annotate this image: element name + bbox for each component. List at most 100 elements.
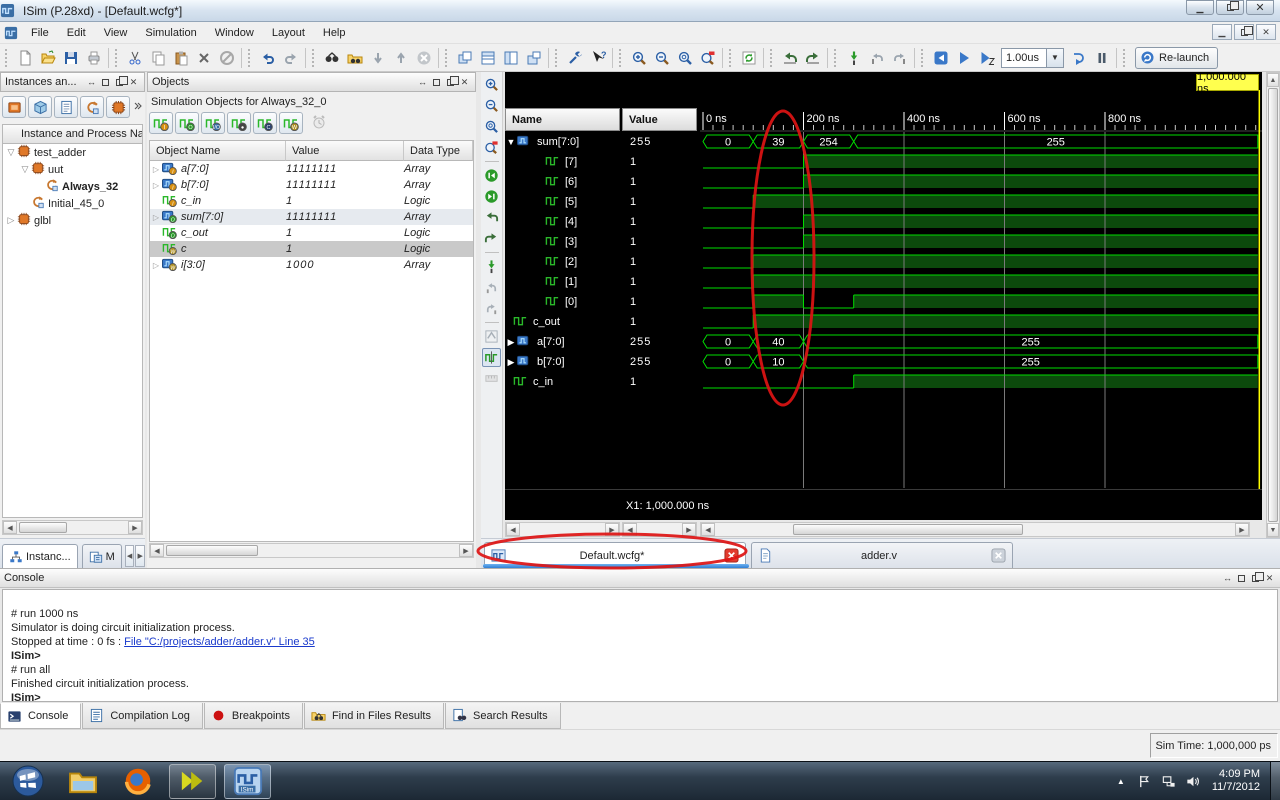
tray-expand-icon[interactable]: ▲ — [1112, 772, 1130, 790]
taskbar-clock[interactable]: 4:09 PM 11/7/2012 — [1212, 768, 1260, 794]
step-button[interactable] — [1067, 46, 1090, 69]
find-button[interactable] — [320, 46, 343, 69]
panel-restore-icon[interactable] — [1249, 571, 1264, 585]
wave-name-hscrollbar[interactable]: ◀ ▶ — [505, 522, 620, 537]
wave-signal-3[interactable]: [3] — [505, 232, 620, 252]
run-time-combo[interactable]: 1.00us ▼ — [1001, 47, 1064, 68]
zoom-in-button[interactable] — [627, 46, 650, 69]
wave-signal-sum-7-0[interactable]: ▼ sum[7:0] — [505, 132, 620, 152]
tree-expander-icon[interactable]: ▷ — [5, 215, 17, 226]
tree-item-always-32[interactable]: Always_32 — [3, 178, 142, 195]
relaunch-button[interactable]: Re-launch — [1135, 46, 1219, 69]
filter-variables-button[interactable]: W — [279, 112, 303, 134]
instances-view-board-button[interactable] — [2, 96, 26, 118]
wave-signal-4[interactable]: [4] — [505, 212, 620, 232]
help-pointer-button[interactable]: ? — [586, 46, 609, 69]
close-button[interactable]: ✕ — [1246, 0, 1274, 15]
zoom-in-button[interactable] — [482, 75, 501, 94]
copy-button[interactable] — [146, 46, 169, 69]
menu-view[interactable]: View — [95, 24, 137, 42]
mdi-minimize-button[interactable]: ▁ — [1212, 24, 1232, 40]
tree-item-glbl[interactable]: ▷ glbl — [3, 212, 142, 229]
waveform-plot[interactable]: 0 ns 200 ns 400 ns 600 ns 800 ns 0 39 254 255 0 40… — [700, 72, 1262, 490]
object-row-b-7-0[interactable]: ▷ Ib[7:0] 11111111 Array — [150, 177, 473, 193]
tree-item-test-adder[interactable]: ▽ test_adder — [3, 144, 142, 161]
panel-close-icon[interactable]: ✕ — [458, 76, 471, 89]
objects-column-value[interactable]: Value — [286, 141, 404, 161]
wave-hscrollbar[interactable]: ◀ ▶ — [700, 522, 1250, 537]
next-marker-button[interactable] — [482, 299, 501, 318]
win-tile-h-button[interactable] — [476, 46, 499, 69]
panel-float-icon[interactable]: ↔ — [416, 76, 429, 89]
object-row-i-3-0[interactable]: ▷ Wi[3:0] 1000 Array — [150, 257, 473, 273]
stop-button[interactable] — [412, 46, 435, 69]
wave-expander-icon[interactable]: ▶ — [505, 337, 517, 348]
refresh-button[interactable] — [737, 46, 760, 69]
object-row-c[interactable]: Wc 1 Logic — [150, 241, 473, 257]
bottom-tab-console[interactable]: Console — [0, 703, 82, 729]
next-edge-button[interactable] — [482, 229, 501, 248]
open-file-button[interactable] — [36, 46, 59, 69]
find-in-files-button[interactable] — [343, 46, 366, 69]
snap-cursor-button[interactable] — [482, 348, 501, 367]
run-for-time-button[interactable] — [975, 46, 998, 69]
menu-simulation[interactable]: Simulation — [136, 24, 205, 42]
wave-signal-c-out[interactable]: c_out — [505, 312, 620, 332]
add-marker-button[interactable] — [482, 257, 501, 276]
filter-constants-button[interactable]: C — [253, 112, 277, 134]
wave-signal-7[interactable]: [7] — [505, 152, 620, 172]
row-expander-icon[interactable]: ▷ — [150, 213, 162, 222]
tab-scroll-right-button[interactable]: ▶ — [135, 545, 145, 567]
cancel-button[interactable] — [215, 46, 238, 69]
panel-restore-icon[interactable] — [444, 75, 459, 89]
wave-signal-c-in[interactable]: c_in — [505, 372, 620, 392]
row-expander-icon[interactable]: ▷ — [150, 181, 162, 190]
taskbar-firefox-button[interactable] — [114, 764, 161, 799]
filter-clocks-button[interactable] — [311, 114, 327, 133]
filter-inputs-button[interactable]: I — [149, 112, 173, 134]
filter-internal-button[interactable]: ● — [227, 112, 251, 134]
tree-expander-icon[interactable]: ▽ — [5, 147, 17, 158]
instances-column-header[interactable]: Instance and Process Na — [2, 124, 143, 144]
wave-value-hscrollbar[interactable]: ◀ ▶ — [622, 522, 697, 537]
toolbar-overflow-button[interactable] — [132, 100, 144, 115]
restart-button[interactable] — [929, 46, 952, 69]
swap-cursor-button[interactable] — [482, 327, 501, 346]
minimize-button[interactable]: ▁ — [1186, 0, 1214, 15]
bottom-tab-search-results[interactable]: Search Results — [445, 703, 561, 729]
wave-signal-6[interactable]: [6] — [505, 172, 620, 192]
wave-signal-1[interactable]: [1] — [505, 272, 620, 292]
instances-view-source-doc-button[interactable] — [54, 96, 78, 118]
console-source-link[interactable]: File "C:/projects/adder/adder.v" Line 35 — [124, 636, 315, 648]
find-next-button[interactable] — [366, 46, 389, 69]
tab-scroll-left-button[interactable]: ◀ — [124, 545, 135, 567]
filter-outputs-button[interactable]: O — [175, 112, 199, 134]
wave-signal-a-7-0[interactable]: ▶ a[7:0] — [505, 332, 620, 352]
menu-edit[interactable]: Edit — [58, 24, 95, 42]
bottom-tab-breakpoints[interactable]: Breakpoints — [203, 703, 303, 729]
object-row-sum-7-0[interactable]: ▷ Osum[7:0] 11111111 Array — [150, 209, 473, 225]
go-end-button[interactable] — [482, 187, 501, 206]
run-time-value[interactable]: 1.00us — [1001, 47, 1047, 68]
panel-float-icon[interactable]: ↔ — [85, 76, 98, 89]
instances-view-chip-button[interactable] — [106, 96, 130, 118]
wave-name-column-header[interactable]: Name — [505, 108, 620, 131]
win-cascade-button[interactable] — [453, 46, 476, 69]
run-all-button[interactable] — [952, 46, 975, 69]
object-row-a-7-0[interactable]: ▷ Ia[7:0] 11111111 Array — [150, 161, 473, 177]
zoom-out-button[interactable] — [650, 46, 673, 69]
win-float-button[interactable] — [522, 46, 545, 69]
row-expander-icon[interactable]: ▷ — [150, 165, 162, 174]
objects-hscrollbar[interactable]: ◀ ▶ — [149, 543, 474, 558]
menu-file[interactable]: File — [22, 24, 58, 42]
redo-button[interactable] — [279, 46, 302, 69]
tab-close-icon[interactable] — [991, 548, 1006, 563]
object-row-c-out[interactable]: Oc_out 1 Logic — [150, 225, 473, 241]
undo-button[interactable] — [256, 46, 279, 69]
panel-tab-m[interactable]: M — [81, 544, 122, 568]
delete-button[interactable] — [192, 46, 215, 69]
wave-signal-b-7-0[interactable]: ▶ b[7:0] — [505, 352, 620, 372]
save-button[interactable] — [59, 46, 82, 69]
start-button[interactable] — [4, 764, 51, 799]
wave-vscrollbar[interactable]: ▲ ▼ — [1266, 72, 1280, 538]
